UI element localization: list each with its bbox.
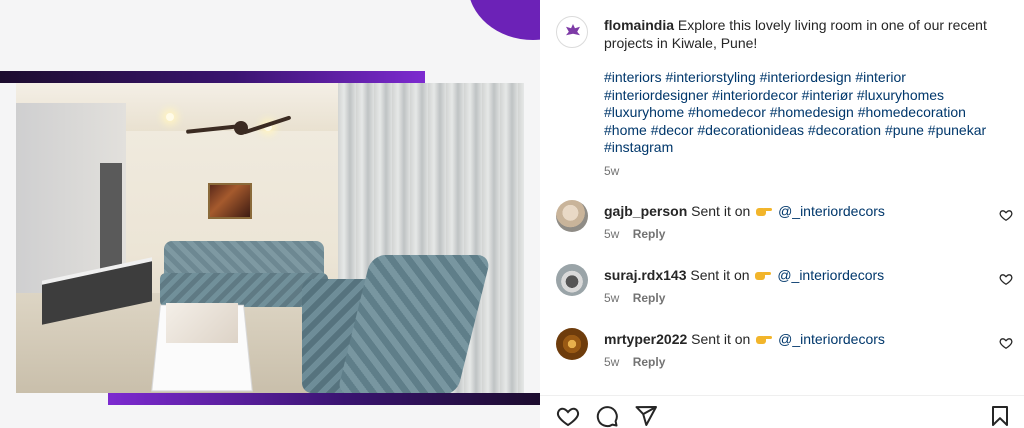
reply-button[interactable]: Reply [633, 227, 666, 241]
post-username[interactable]: flomaindia [604, 17, 674, 33]
comment-meta: 5w Reply [604, 355, 665, 369]
comment-text: Sent it on [691, 331, 751, 347]
decorative-bar-bottom [108, 393, 540, 405]
comment-timestamp[interactable]: 5w [604, 355, 619, 369]
pointing-hand-icon [756, 205, 773, 217]
comment-item: suraj.rdx143 Sent it on @_interiordecors [604, 266, 984, 284]
heart-icon[interactable] [556, 404, 580, 428]
comment-timestamp[interactable]: 5w [604, 227, 619, 241]
heart-icon[interactable] [999, 336, 1013, 350]
comment-username[interactable]: mrtyper2022 [604, 331, 687, 347]
comment-text: Sent it on [690, 267, 750, 283]
comment-mention[interactable]: @_interiordecors [777, 267, 884, 283]
bookmark-icon[interactable] [988, 404, 1012, 428]
share-icon[interactable] [634, 404, 658, 428]
wall-painting [208, 183, 252, 219]
comment-icon[interactable] [595, 404, 619, 428]
comments-panel: flomaindia Explore this lovely living ro… [540, 0, 1024, 428]
post-caption: flomaindia Explore this lovely living ro… [604, 16, 1004, 52]
decorative-bar-top [0, 71, 425, 83]
pointing-hand-icon [756, 333, 773, 345]
action-bar [540, 395, 1024, 428]
comment-mention[interactable]: @_interiordecors [778, 203, 885, 219]
heart-icon[interactable] [999, 272, 1013, 286]
reply-button[interactable]: Reply [633, 355, 666, 369]
comment-mention[interactable]: @_interiordecors [778, 331, 885, 347]
comment-item: mrtyper2022 Sent it on @_interiordecors [604, 330, 984, 348]
avatar[interactable] [556, 328, 588, 360]
pointing-hand-icon [755, 269, 772, 281]
comment-item: gajb_person Sent it on @_interiordecors [604, 202, 984, 220]
reply-button[interactable]: Reply [633, 291, 666, 305]
comment-username[interactable]: gajb_person [604, 203, 687, 219]
comment-text: Sent it on [691, 203, 751, 219]
comment-timestamp[interactable]: 5w [604, 291, 619, 305]
comment-meta: 5w Reply [604, 227, 665, 241]
living-room-photo [16, 83, 524, 393]
comment-meta: 5w Reply [604, 291, 665, 305]
comment-username[interactable]: suraj.rdx143 [604, 267, 687, 283]
avatar[interactable] [556, 16, 588, 48]
avatar[interactable] [556, 200, 588, 232]
post-hashtags[interactable]: #interiors #interiorstyling #interiordes… [604, 69, 1004, 157]
heart-icon[interactable] [999, 208, 1013, 222]
post-timestamp[interactable]: 5w [604, 164, 619, 178]
post-media[interactable] [0, 0, 540, 428]
decorative-swoosh [468, 0, 540, 40]
avatar[interactable] [556, 264, 588, 296]
